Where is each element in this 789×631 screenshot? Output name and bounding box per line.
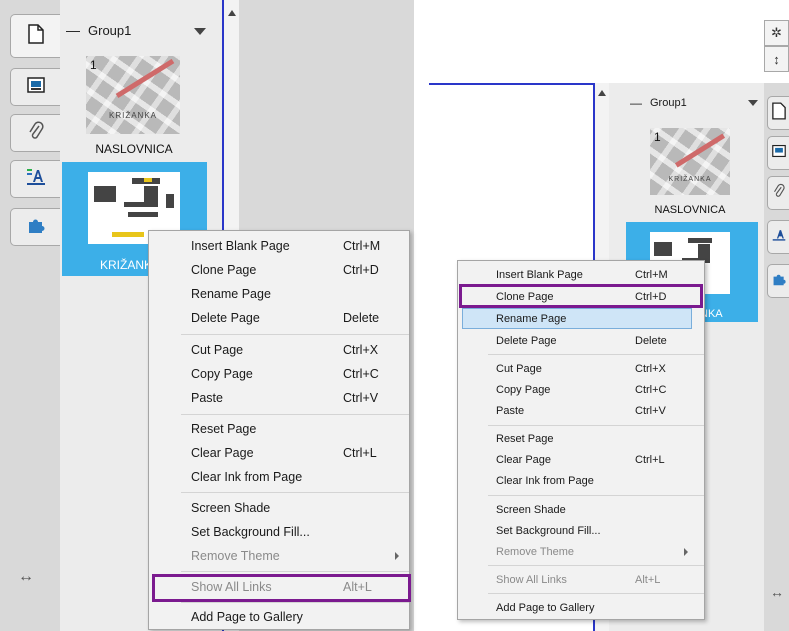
scroll-up-icon[interactable] — [598, 90, 606, 96]
menu-item-clear-ink[interactable]: Clear Ink from Page — [149, 465, 409, 489]
menu-item-delete-page[interactable]: Delete Page Delete — [458, 330, 704, 351]
menu-item-set-background-fill[interactable]: Set Background Fill... — [149, 520, 409, 544]
tab-gallery[interactable] — [10, 68, 60, 106]
menu-item-paste[interactable]: Paste Ctrl+V — [458, 400, 704, 421]
menu-item-screen-shade[interactable]: Screen Shade — [458, 499, 704, 520]
group-header[interactable]: — Group1 — [66, 22, 216, 38]
puzzle-icon — [772, 272, 786, 291]
menu-item-insert-blank-page[interactable]: Insert Blank Page Ctrl+M — [149, 234, 409, 258]
menu-item-cut-page[interactable]: Cut Page Ctrl+X — [458, 358, 704, 379]
gear-icon[interactable]: ✲ — [764, 20, 789, 46]
menu-item-paste[interactable]: Paste Ctrl+V — [149, 386, 409, 410]
menu-separator — [488, 425, 704, 426]
page-icon — [771, 101, 786, 125]
menu-item-screen-shade[interactable]: Screen Shade — [149, 496, 409, 520]
menu-separator — [488, 495, 704, 496]
menu-item-insert-blank-page[interactable]: Insert Blank Page Ctrl+M — [458, 264, 704, 285]
submenu-arrow-icon — [684, 548, 688, 556]
menu-item-remove-theme[interactable]: Remove Theme — [149, 544, 409, 568]
tab-addons[interactable] — [10, 208, 60, 246]
menu-item-clear-ink[interactable]: Clear Ink from Page — [458, 470, 704, 491]
menu-separator — [181, 414, 409, 415]
menu-item-reset-page[interactable]: Reset Page — [458, 428, 704, 449]
image-icon — [771, 144, 786, 163]
menu-item-add-page-to-gallery[interactable]: Add Page to Gallery — [149, 605, 409, 629]
puzzle-icon — [27, 216, 45, 239]
menu-separator — [181, 334, 409, 335]
group-header[interactable]: — Group1 — [630, 96, 758, 110]
menu-separator — [488, 354, 704, 355]
menu-item-rename-page[interactable]: Rename Page — [149, 282, 409, 306]
highlight-box — [459, 284, 703, 308]
context-menu: Insert Blank Page Ctrl+M Clone Page Ctrl+D… — [457, 260, 705, 620]
menu-item-clear-page[interactable]: Clear Page Ctrl+L — [149, 441, 409, 465]
tab-attachments[interactable] — [767, 176, 789, 210]
tab-properties[interactable] — [767, 220, 789, 254]
menu-item-remove-theme[interactable]: Remove Theme — [458, 541, 704, 562]
menu-item-rename-page[interactable]: Rename Page — [462, 308, 692, 329]
thumbnail-caption: KRIŽANKA — [668, 176, 712, 183]
context-menu: Insert Blank Page Ctrl+M Clone Page Ctrl+D… — [148, 230, 410, 630]
menu-item-reset-page[interactable]: Reset Page — [149, 417, 409, 441]
properties-icon — [772, 228, 786, 247]
menu-item-copy-page[interactable]: Copy Page Ctrl+C — [458, 379, 704, 400]
scroll-up-icon[interactable] — [228, 10, 236, 16]
menu-item-show-all-links[interactable]: Show All Links Alt+L — [458, 569, 704, 590]
resize-arrows-icon[interactable]: ↔ — [18, 568, 34, 586]
resize-arrows-icon[interactable]: ↔ — [770, 584, 784, 600]
tab-addons[interactable] — [767, 264, 789, 298]
page-number: 1 — [90, 58, 97, 72]
group-name: Group1 — [650, 97, 687, 109]
tab-gallery[interactable] — [767, 136, 789, 170]
menu-item-set-background-fill[interactable]: Set Background Fill... — [458, 520, 704, 541]
page-thumbnail[interactable]: 1 KRIŽANKA — [86, 56, 180, 134]
menu-separator — [181, 571, 409, 572]
paperclip-icon — [773, 183, 785, 204]
menu-separator — [181, 602, 409, 603]
page-icon — [27, 23, 44, 49]
menu-item-clone-page[interactable]: Clone Page Ctrl+D — [149, 258, 409, 282]
submenu-arrow-icon — [395, 552, 399, 560]
image-icon — [26, 76, 45, 98]
thumbnail-caption: KRIŽANKA — [108, 111, 157, 120]
page-label[interactable]: NASLOVNICA — [640, 204, 740, 216]
paperclip-icon — [28, 121, 44, 146]
menu-item-delete-page[interactable]: Delete Page Delete — [149, 306, 409, 330]
image-separator — [414, 0, 429, 631]
tab-page-sorter[interactable] — [10, 14, 60, 58]
group-name: Group1 — [88, 22, 132, 38]
page-label[interactable]: NASLOVNICA — [66, 142, 202, 156]
menu-item-copy-page[interactable]: Copy Page Ctrl+C — [149, 362, 409, 386]
highlight-box — [152, 574, 411, 602]
tab-attachments[interactable] — [10, 114, 60, 152]
menu-item-add-page-to-gallery[interactable]: Add Page to Gallery — [458, 597, 704, 618]
properties-icon — [26, 168, 46, 191]
menu-separator — [488, 565, 704, 566]
menu-separator — [181, 492, 409, 493]
tab-properties[interactable] — [10, 160, 60, 198]
resize-icon[interactable]: ↕ — [764, 46, 789, 72]
page-thumbnail[interactable]: 1 KRIŽANKA — [650, 128, 730, 195]
tab-page-sorter[interactable] — [767, 96, 789, 130]
menu-item-cut-page[interactable]: Cut Page Ctrl+X — [149, 338, 409, 362]
menu-separator — [488, 593, 704, 594]
group-dropdown-icon[interactable] — [194, 23, 206, 38]
collapse-icon[interactable]: — — [630, 96, 642, 110]
menu-item-clear-page[interactable]: Clear Page Ctrl+L — [458, 449, 704, 470]
page-number: 1 — [654, 130, 661, 144]
group-dropdown-icon[interactable] — [748, 97, 758, 109]
collapse-icon[interactable]: — — [66, 22, 80, 38]
